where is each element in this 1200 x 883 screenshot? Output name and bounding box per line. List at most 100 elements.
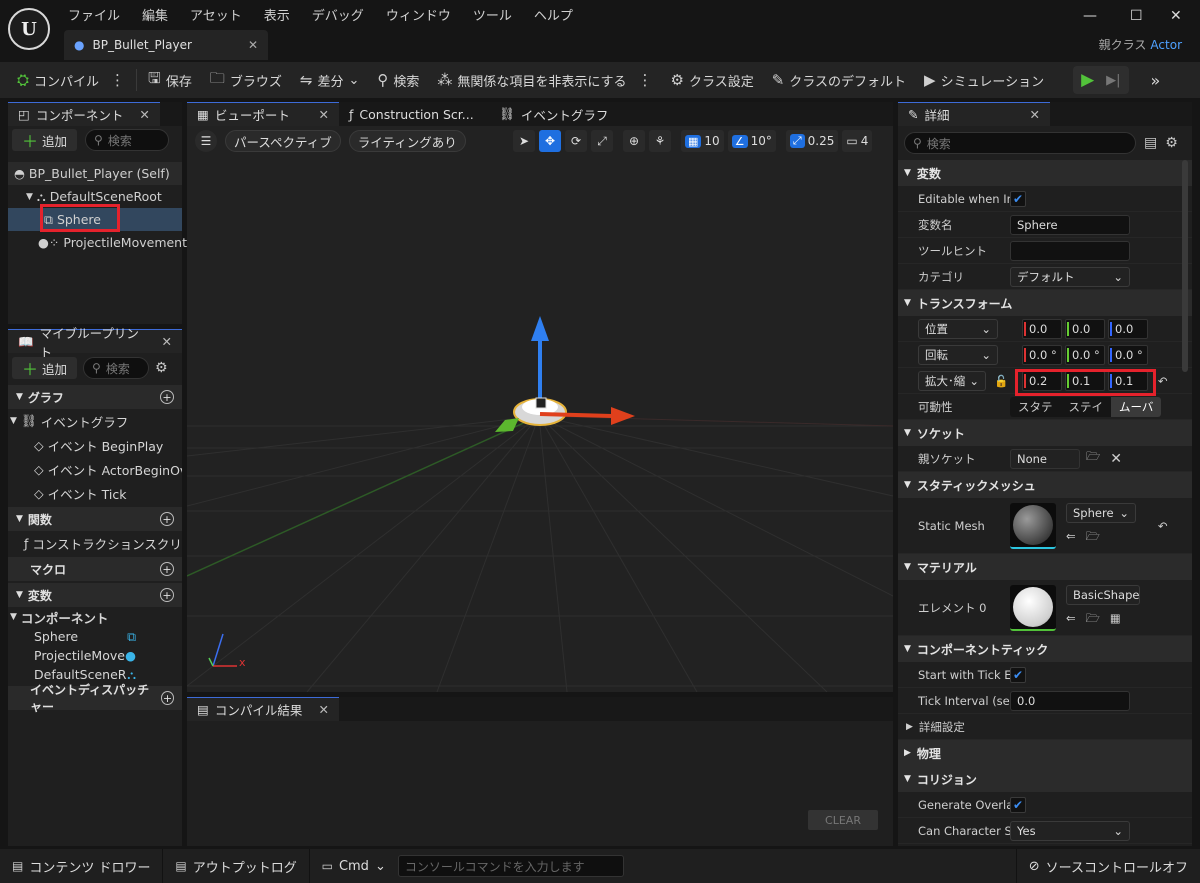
browse-asset-icon[interactable]: 🗁 bbox=[1086, 611, 1100, 630]
editable-checkbox[interactable]: ✔ bbox=[1010, 190, 1026, 207]
rotation-snap-button[interactable]: ∠ 10° bbox=[727, 130, 776, 152]
viewport[interactable]: ☰ パースペクティブ ライティングあり ➤ ✥ ⟳ ⤢ ⊕ ⚘ ▦ 10 ∠ 10°… bbox=[187, 126, 893, 692]
source-control-button[interactable]: ⊘ ソースコントロールオフ bbox=[1017, 849, 1200, 883]
function-item-construction-script[interactable]: ƒ コンストラクションスクリプ bbox=[8, 531, 182, 555]
row-advanced[interactable]: ▶ 詳細設定 bbox=[898, 714, 1192, 740]
section-collision[interactable]: ▼ コリジョン bbox=[898, 766, 1192, 792]
section-variables[interactable]: ▼ 変数 + bbox=[8, 583, 182, 607]
add-dispatcher-icon[interactable]: + bbox=[161, 691, 174, 705]
simulation-button[interactable]: ▶ シミュレーション bbox=[915, 62, 1053, 98]
tab-compile-results[interactable]: ▤ コンパイル結果 ✕ bbox=[187, 697, 339, 721]
add-component-button[interactable]: ＋追加 bbox=[12, 129, 78, 151]
section-macros[interactable]: マクロ + bbox=[8, 557, 182, 581]
mobility-static[interactable]: スタテ bbox=[1010, 397, 1061, 417]
location-dropdown[interactable]: 位置 ⌄ bbox=[918, 318, 998, 339]
close-icon[interactable]: ✕ bbox=[248, 38, 258, 52]
event-item[interactable]: ◇ イベント ActorBeginOve bbox=[8, 457, 182, 481]
details-search[interactable]: ⚲ 検索 bbox=[904, 132, 1136, 154]
camera-speed-button[interactable]: ▭ 4 bbox=[842, 130, 873, 152]
rotation-x[interactable]: 0.0 ° bbox=[1022, 344, 1062, 365]
rotation-dropdown[interactable]: 回転 ⌄ bbox=[918, 344, 998, 365]
tab-details[interactable]: ✎ 詳細 ✕ bbox=[898, 102, 1050, 126]
section-graphs[interactable]: ▼ グラフ + bbox=[8, 385, 182, 409]
document-tab[interactable]: ● BP_Bullet_Player ✕ bbox=[64, 30, 268, 60]
minimize-icon[interactable]: — bbox=[1083, 8, 1097, 24]
static-mesh-thumbnail[interactable] bbox=[1010, 502, 1056, 549]
section-component-tick[interactable]: ▼ コンポーネントティック bbox=[898, 636, 1192, 662]
location-y[interactable]: 0.0 bbox=[1065, 318, 1105, 339]
use-selected-icon[interactable]: ⇐ bbox=[1066, 529, 1076, 548]
cmd-dropdown[interactable]: ▭ Cmd ⌄ bbox=[310, 849, 398, 883]
tree-item-self[interactable]: ◓ BP_Bullet_Player (Self) bbox=[8, 162, 182, 185]
add-member-button[interactable]: ＋追加 bbox=[12, 357, 78, 379]
folder-search-icon[interactable]: 🗁 bbox=[1086, 449, 1100, 468]
variable-item[interactable]: Sphere ⧉ bbox=[8, 627, 182, 646]
material-dropdown[interactable]: BasicShapeM bbox=[1066, 585, 1140, 605]
location-z[interactable]: 0.0 bbox=[1108, 318, 1148, 339]
scale-snap-button[interactable]: ⤢ 0.25 bbox=[785, 130, 839, 152]
menu-debug[interactable]: デバッグ bbox=[312, 5, 364, 24]
clear-x-icon[interactable]: ✕ bbox=[1110, 451, 1122, 467]
use-selected-icon[interactable]: ⇐ bbox=[1066, 611, 1076, 630]
close-icon[interactable]: ✕ bbox=[1030, 107, 1040, 122]
close-icon[interactable]: ✕ bbox=[319, 107, 329, 122]
hamburger-menu-icon[interactable]: ☰ bbox=[195, 130, 217, 152]
lighting-button[interactable]: ライティングあり bbox=[348, 130, 466, 152]
section-sockets[interactable]: ▼ ソケット bbox=[898, 420, 1192, 446]
components-search[interactable]: ⚲ 検索 bbox=[85, 129, 170, 151]
menu-tools[interactable]: ツール bbox=[473, 5, 512, 24]
tree-item-projectile[interactable]: ●⁘ ProjectileMovement bbox=[8, 231, 187, 254]
section-event-dispatchers[interactable]: イベントディスパッチャー + bbox=[8, 683, 182, 714]
hide-unrelated-button[interactable]: ⁂ 無関係な項目を非表示にする ⋮ bbox=[428, 62, 661, 98]
tab-my-blueprint[interactable]: 📖 マイブループリント ✕ bbox=[8, 326, 182, 360]
compile-button[interactable]: ⛭ コンパイル ⋮ bbox=[8, 62, 134, 98]
select-cursor-icon[interactable]: ➤ bbox=[513, 130, 535, 152]
can-step-dropdown[interactable]: Yes ⌄ bbox=[1010, 820, 1130, 841]
graph-item-event-graph[interactable]: ▼ ⛓ イベントグラフ bbox=[8, 409, 182, 433]
section-static-mesh[interactable]: ▼ スタティックメッシュ bbox=[898, 472, 1192, 498]
diff-button[interactable]: ⇋ 差分 ⌄ bbox=[291, 62, 369, 98]
section-materials[interactable]: ▼ マテリアル bbox=[898, 554, 1192, 580]
add-macro-icon[interactable]: + bbox=[160, 562, 174, 576]
console-input[interactable]: コンソールコマンドを入力します bbox=[397, 855, 624, 877]
rotate-icon[interactable]: ⟳ bbox=[565, 130, 587, 152]
details-scrollbar[interactable] bbox=[1182, 160, 1188, 372]
window-close-icon[interactable]: ✕ bbox=[1170, 8, 1182, 24]
add-variable-icon[interactable]: + bbox=[160, 588, 174, 602]
browse-asset-icon[interactable]: 🗁 bbox=[1086, 529, 1100, 548]
class-defaults-button[interactable]: ✎ クラスのデフォルト bbox=[763, 62, 915, 98]
my-blueprint-search[interactable]: ⚲ 検索 bbox=[83, 357, 150, 379]
tab-construction-script[interactable]: ƒ Construction Scr... bbox=[339, 102, 489, 126]
browse-button[interactable]: 🗀 ブラウズ bbox=[201, 62, 291, 98]
parent-class-value[interactable]: Actor bbox=[1150, 38, 1182, 52]
material-thumbnail[interactable] bbox=[1010, 584, 1056, 631]
play-icon[interactable]: ▶ bbox=[1081, 70, 1094, 90]
reset-arrow-icon[interactable]: ↶ bbox=[1158, 374, 1168, 388]
close-icon[interactable]: ✕ bbox=[319, 702, 329, 717]
mobility-stationary[interactable]: ステイ bbox=[1061, 397, 1112, 417]
transform-gizmo[interactable] bbox=[187, 126, 893, 692]
output-log-button[interactable]: ▤ アウトプットログ bbox=[163, 849, 308, 883]
overflow-chevron-icon[interactable]: » bbox=[1151, 71, 1161, 90]
location-x[interactable]: 0.0 bbox=[1022, 318, 1062, 339]
class-settings-button[interactable]: ⚙ クラス設定 bbox=[662, 62, 763, 98]
static-mesh-dropdown[interactable]: Sphere ⌄ bbox=[1066, 503, 1136, 523]
menu-help[interactable]: ヘルプ bbox=[534, 5, 573, 24]
save-button[interactable]: 🖫 保存 bbox=[139, 62, 201, 98]
content-drawer-button[interactable]: ▤ コンテンツ ドロワー bbox=[0, 849, 162, 883]
surface-snap-icon[interactable]: ⚘ bbox=[649, 130, 671, 152]
search-button[interactable]: ⚲ 検索 bbox=[368, 62, 428, 98]
translate-icon[interactable]: ✥ bbox=[539, 130, 561, 152]
tab-viewport[interactable]: ▦ ビューポート ✕ bbox=[187, 102, 339, 126]
menu-edit[interactable]: 編集 bbox=[142, 5, 168, 24]
tick-interval-field[interactable]: 0.0 bbox=[1010, 690, 1130, 711]
maximize-icon[interactable]: ☐ bbox=[1130, 8, 1143, 24]
variable-group-components[interactable]: ▼ コンポーネント bbox=[8, 607, 182, 627]
close-icon[interactable]: ✕ bbox=[139, 107, 149, 122]
lock-icon[interactable]: 🔓 bbox=[994, 374, 1008, 388]
world-local-icon[interactable]: ⊕ bbox=[623, 130, 645, 152]
section-functions[interactable]: ▼ 関数 + bbox=[8, 507, 182, 531]
scale-icon[interactable]: ⤢ bbox=[591, 130, 613, 152]
section-transform[interactable]: ▼ トランスフォーム bbox=[898, 290, 1192, 316]
variable-item[interactable]: ProjectileMove ● bbox=[8, 646, 182, 665]
